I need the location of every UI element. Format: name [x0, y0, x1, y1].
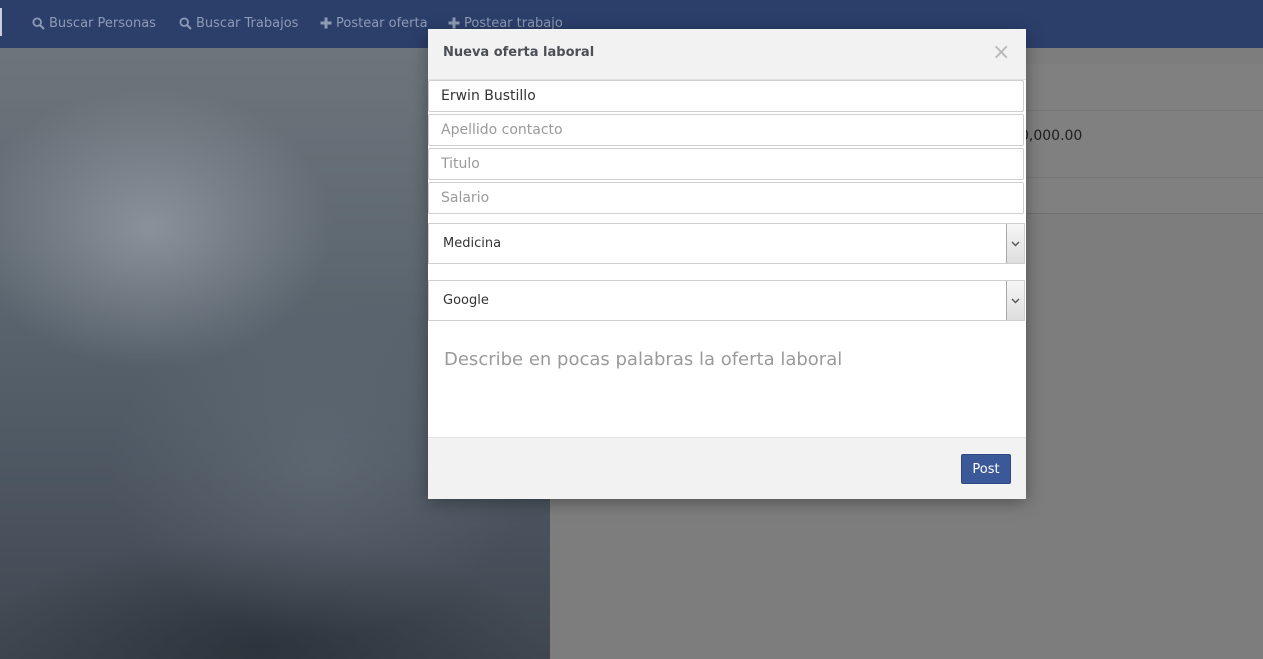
navbar-edge-divider: [0, 8, 2, 36]
close-icon[interactable]: ×: [992, 42, 1010, 64]
search-icon: [179, 16, 192, 30]
modal-header: Nueva oferta laboral ×: [428, 29, 1026, 80]
search-icon: [32, 16, 45, 30]
nav-postear-oferta-label: Postear oferta: [336, 15, 428, 31]
contact-name-field[interactable]: [428, 80, 1024, 112]
salary-field[interactable]: [428, 182, 1024, 214]
plus-icon: [448, 17, 460, 29]
job-title-field[interactable]: [428, 148, 1024, 180]
modal-title: Nueva oferta laboral: [443, 45, 595, 60]
nav-postear-oferta[interactable]: Postear oferta: [320, 14, 428, 32]
chevron-down-icon[interactable]: [1006, 281, 1024, 320]
category-select[interactable]: Medicina: [428, 223, 1025, 264]
contact-lastname-field[interactable]: [428, 114, 1024, 146]
nav-buscar-trabajos-label: Buscar Trabajos: [196, 15, 299, 31]
modal-footer: Post: [428, 437, 1026, 499]
company-select-value: Google: [443, 293, 489, 308]
description-textarea[interactable]: [428, 335, 1026, 437]
category-select-value: Medicina: [443, 236, 502, 251]
nav-buscar-trabajos[interactable]: Buscar Trabajos: [179, 14, 298, 32]
chevron-down-icon[interactable]: [1006, 224, 1024, 263]
nav-buscar-personas-label: Buscar Personas: [49, 15, 156, 31]
background-salary-amount: 0,000.00: [1020, 128, 1083, 144]
nav-buscar-personas[interactable]: Buscar Personas: [32, 14, 156, 32]
post-button[interactable]: Post: [961, 454, 1011, 484]
new-job-offer-modal: Nueva oferta laboral × Medicina Google P…: [428, 29, 1026, 499]
plus-icon: [320, 17, 332, 29]
company-select[interactable]: Google: [428, 280, 1025, 321]
